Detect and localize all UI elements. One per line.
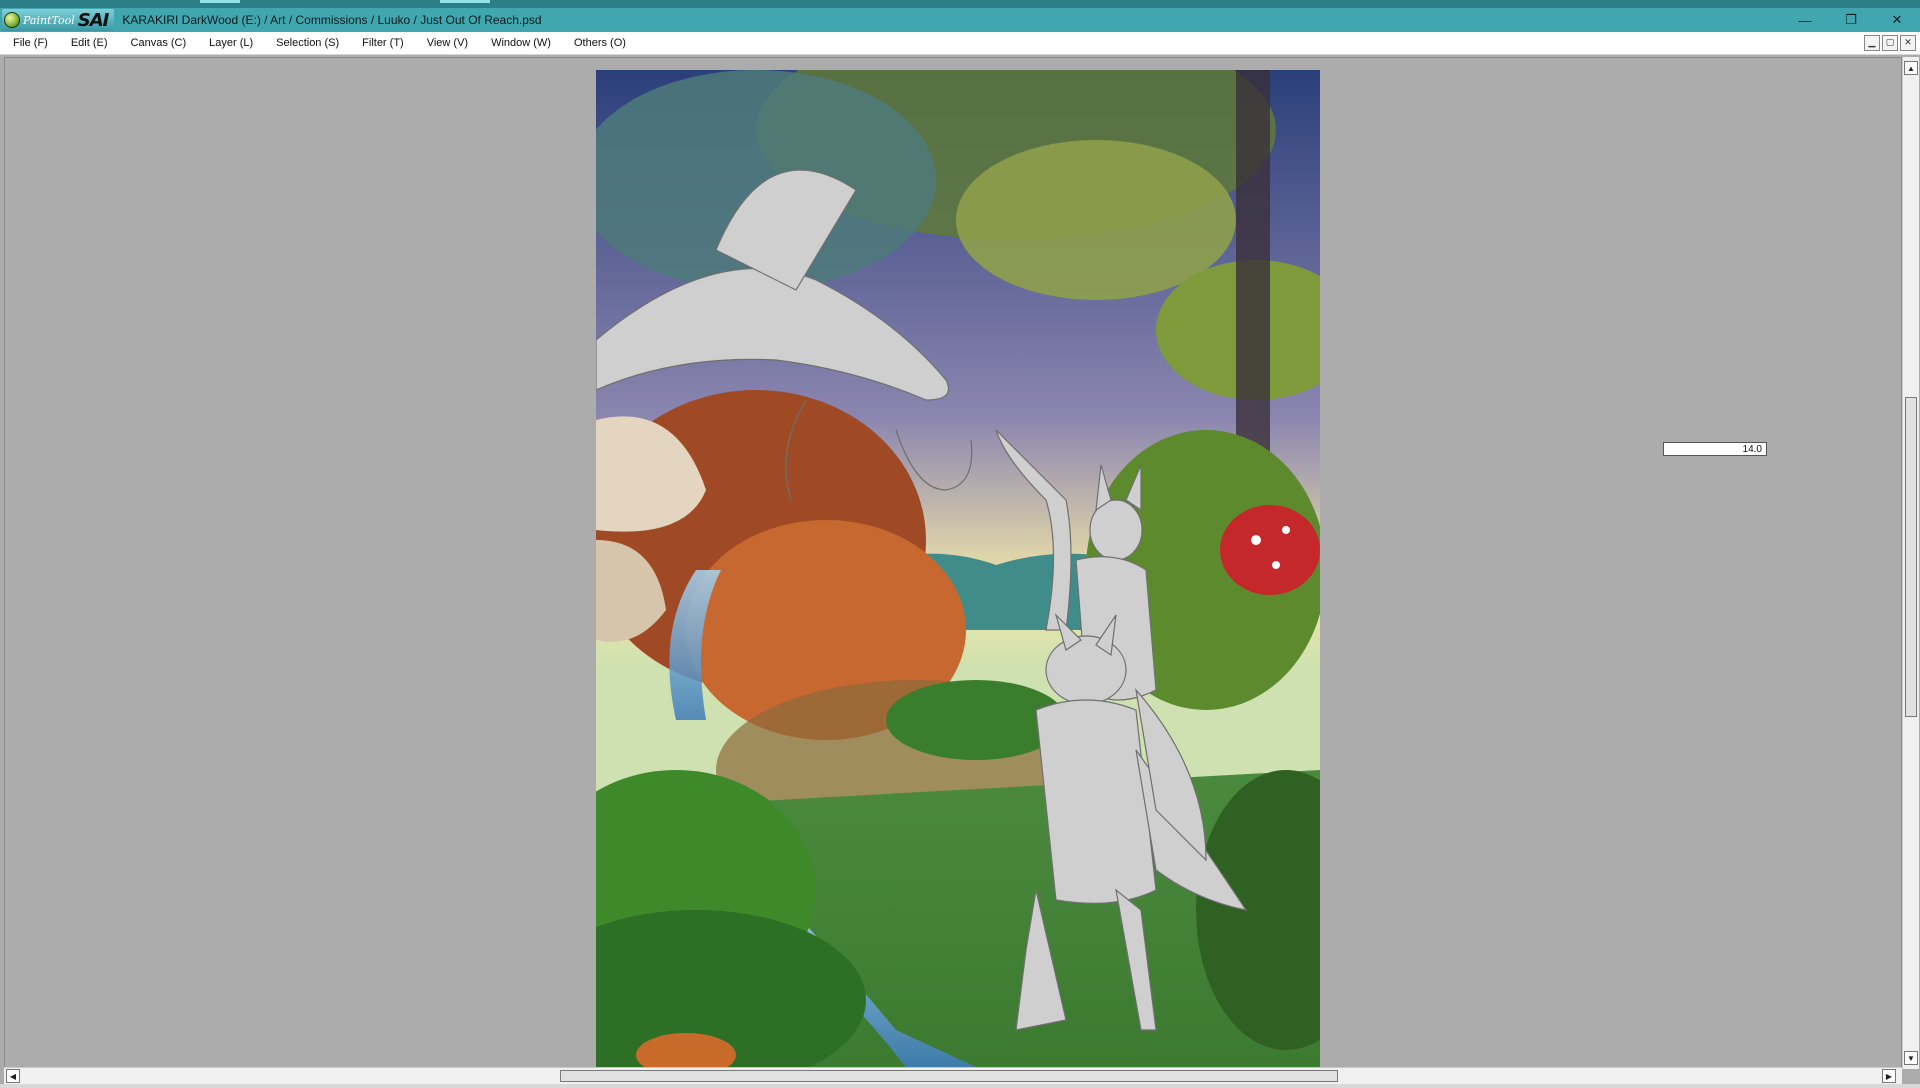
menu-file[interactable]: File (F) (0, 32, 58, 54)
logo-text-painttool: PaintTool (23, 13, 75, 27)
title-bar: PaintTool SAI KARAKIRI DarkWood (E:) / A… (0, 8, 1920, 32)
taskbar-indicator (200, 0, 240, 3)
menu-edit[interactable]: Edit (E) (58, 32, 118, 54)
menu-layer[interactable]: Layer (L) (196, 32, 263, 54)
brush-size-indicator[interactable]: 14.0 (1663, 442, 1767, 456)
document-restore-button[interactable]: ▢ (1882, 35, 1898, 51)
window-title: KARAKIRI DarkWood (E:) / Art / Commissio… (122, 13, 542, 27)
taskbar-indicator (440, 0, 490, 3)
document-minimize-button[interactable]: ▁ (1864, 35, 1880, 51)
canvas-artwork[interactable] (596, 70, 1320, 1067)
scroll-right-button[interactable]: ▶ (1882, 1069, 1896, 1083)
menu-view[interactable]: View (V) (414, 32, 478, 54)
menu-bar: File (F) Edit (E) Canvas (C) Layer (L) S… (0, 32, 1920, 55)
logo-text-sai: SAI (77, 9, 110, 31)
horizontal-scroll-thumb[interactable] (560, 1070, 1338, 1082)
scroll-down-button[interactable]: ▼ (1904, 1051, 1918, 1065)
painttool-logo-icon (4, 12, 20, 28)
window-controls: — ❐ ✕ (1782, 8, 1920, 32)
canvas-workspace[interactable]: 14.0 (4, 57, 1902, 1069)
document-close-button[interactable]: ✕ (1900, 35, 1916, 51)
vertical-scroll-thumb[interactable] (1905, 397, 1917, 717)
restore-button[interactable]: ❐ (1828, 8, 1874, 32)
document-window-controls: ▁ ▢ ✕ (1864, 35, 1916, 51)
taskbar-strip (0, 0, 1920, 8)
minimize-button[interactable]: — (1782, 8, 1828, 32)
scroll-left-button[interactable]: ◀ (6, 1069, 20, 1083)
vertical-scrollbar[interactable]: ▲ ▼ (1902, 57, 1919, 1069)
menu-others[interactable]: Others (O) (561, 32, 636, 54)
scroll-up-button[interactable]: ▲ (1904, 61, 1918, 75)
window-bottom-border (0, 1084, 1920, 1088)
close-button[interactable]: ✕ (1874, 8, 1920, 32)
menu-canvas[interactable]: Canvas (C) (118, 32, 197, 54)
artwork-illustration (596, 70, 1320, 1067)
horizontal-scrollbar[interactable]: ◀ ▶ (4, 1067, 1902, 1084)
menu-selection[interactable]: Selection (S) (263, 32, 349, 54)
menu-filter[interactable]: Filter (T) (349, 32, 414, 54)
app-logo: PaintTool SAI (2, 9, 115, 31)
menu-window[interactable]: Window (W) (478, 32, 561, 54)
